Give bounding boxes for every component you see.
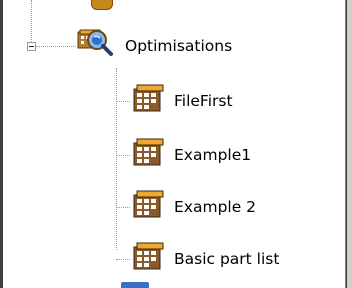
tree-node-label: Basic part list	[174, 250, 280, 268]
partial-node-icon	[91, 0, 113, 10]
tree-connector	[116, 155, 130, 156]
spreadsheet-report-icon	[130, 137, 166, 173]
tree-connector	[116, 259, 130, 260]
tree-view[interactable]: Optimisations FileFirst Example1 Example…	[3, 0, 345, 288]
optimisations-magnifier-icon	[75, 26, 127, 66]
partial-node-icon	[121, 282, 149, 288]
tree-node-label: Example1	[174, 146, 252, 164]
tree-node-filefirst[interactable]: FileFirst	[130, 83, 233, 119]
spreadsheet-report-icon	[130, 83, 166, 119]
tree-node-label: FileFirst	[174, 92, 233, 110]
tree-node-label: Optimisations	[125, 37, 233, 55]
tree-connector	[31, 0, 32, 42]
tree-connector	[116, 207, 130, 208]
collapse-toggle[interactable]	[27, 42, 36, 51]
tree-node-optimisations[interactable]: Optimisations	[75, 29, 233, 61]
tree-node-example1[interactable]: Example1	[130, 137, 252, 173]
spreadsheet-report-icon	[130, 189, 166, 225]
tree-node-example-2[interactable]: Example 2	[130, 189, 257, 225]
tree-connector	[116, 101, 130, 102]
tree-connector	[116, 68, 117, 250]
tree-connector	[36, 46, 76, 47]
tree-node-basic-part-list[interactable]: Basic part list	[130, 241, 280, 277]
spreadsheet-report-icon	[130, 241, 166, 277]
tree-panel-right-border	[345, 0, 352, 288]
tree-node-label: Example 2	[174, 198, 257, 216]
